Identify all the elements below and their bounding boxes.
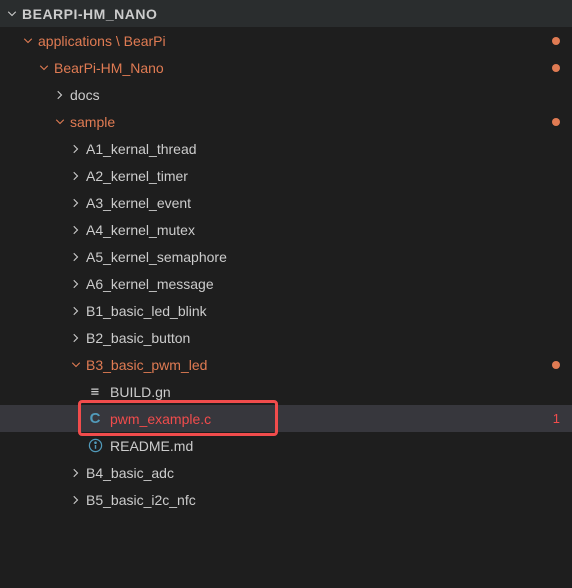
folder-label: applications \ BearPi: [38, 33, 552, 49]
file-readme-md[interactable]: README.md: [0, 432, 572, 459]
c-file-icon: C: [86, 410, 104, 428]
chevron-right-icon: [68, 330, 84, 346]
folder-item[interactable]: B2_basic_button: [0, 324, 572, 351]
folder-label: B3_basic_pwm_led: [86, 357, 552, 373]
modified-indicator-icon: [552, 118, 560, 126]
folder-item[interactable]: A3_kernel_event: [0, 189, 572, 216]
folder-item[interactable]: A4_kernel_mutex: [0, 216, 572, 243]
folder-label: A6_kernel_message: [86, 276, 560, 292]
folder-bearpi-hm-nano[interactable]: BearPi-HM_Nano: [0, 54, 572, 81]
folder-label: A4_kernel_mutex: [86, 222, 560, 238]
folder-label: A3_kernel_event: [86, 195, 560, 211]
chevron-down-icon: [20, 33, 36, 49]
chevron-right-icon: [68, 465, 84, 481]
chevron-down-icon: [52, 114, 68, 130]
error-count-badge: 1: [553, 411, 560, 426]
modified-indicator-icon: [552, 37, 560, 45]
folder-item[interactable]: A6_kernel_message: [0, 270, 572, 297]
folder-item[interactable]: A5_kernel_semaphore: [0, 243, 572, 270]
folder-label: docs: [70, 87, 560, 103]
folder-b3-basic-pwm-led[interactable]: B3_basic_pwm_led: [0, 351, 572, 378]
folder-label: sample: [70, 114, 552, 130]
folder-item[interactable]: B5_basic_i2c_nfc: [0, 486, 572, 513]
folder-item[interactable]: B4_basic_adc: [0, 459, 572, 486]
chevron-right-icon: [68, 249, 84, 265]
chevron-right-icon: [68, 492, 84, 508]
explorer-header[interactable]: BEARPI-HM_NANO: [0, 0, 572, 27]
chevron-down-icon: [4, 6, 20, 22]
chevron-right-icon: [68, 168, 84, 184]
file-label: BUILD.gn: [110, 384, 560, 400]
file-build-gn[interactable]: ≡ BUILD.gn: [0, 378, 572, 405]
folder-label: A2_kernel_timer: [86, 168, 560, 184]
file-explorer-tree: BEARPI-HM_NANO applications \ BearPi Bea…: [0, 0, 572, 513]
folder-label: B5_basic_i2c_nfc: [86, 492, 560, 508]
folder-item[interactable]: B1_basic_led_blink: [0, 297, 572, 324]
chevron-right-icon: [68, 276, 84, 292]
file-pwm-example-c[interactable]: C pwm_example.c 1: [0, 405, 572, 432]
chevron-down-icon: [36, 60, 52, 76]
project-title: BEARPI-HM_NANO: [22, 6, 560, 22]
folder-label: A1_kernal_thread: [86, 141, 560, 157]
chevron-right-icon: [68, 141, 84, 157]
folder-label: B1_basic_led_blink: [86, 303, 560, 319]
chevron-right-icon: [52, 87, 68, 103]
file-label: pwm_example.c: [110, 411, 553, 427]
folder-item[interactable]: A1_kernal_thread: [0, 135, 572, 162]
folder-sample[interactable]: sample: [0, 108, 572, 135]
folder-docs[interactable]: docs: [0, 81, 572, 108]
folder-label: B2_basic_button: [86, 330, 560, 346]
folder-label: BearPi-HM_Nano: [54, 60, 552, 76]
modified-indicator-icon: [552, 64, 560, 72]
chevron-right-icon: [68, 303, 84, 319]
folder-label: B4_basic_adc: [86, 465, 560, 481]
chevron-down-icon: [68, 357, 84, 373]
modified-indicator-icon: [552, 361, 560, 369]
chevron-right-icon: [68, 195, 84, 211]
folder-applications-bearpi[interactable]: applications \ BearPi: [0, 27, 572, 54]
folder-item[interactable]: A2_kernel_timer: [0, 162, 572, 189]
chevron-right-icon: [68, 222, 84, 238]
file-label: README.md: [110, 438, 560, 454]
build-file-icon: ≡: [86, 383, 104, 401]
folder-label: A5_kernel_semaphore: [86, 249, 560, 265]
info-file-icon: [86, 437, 104, 455]
